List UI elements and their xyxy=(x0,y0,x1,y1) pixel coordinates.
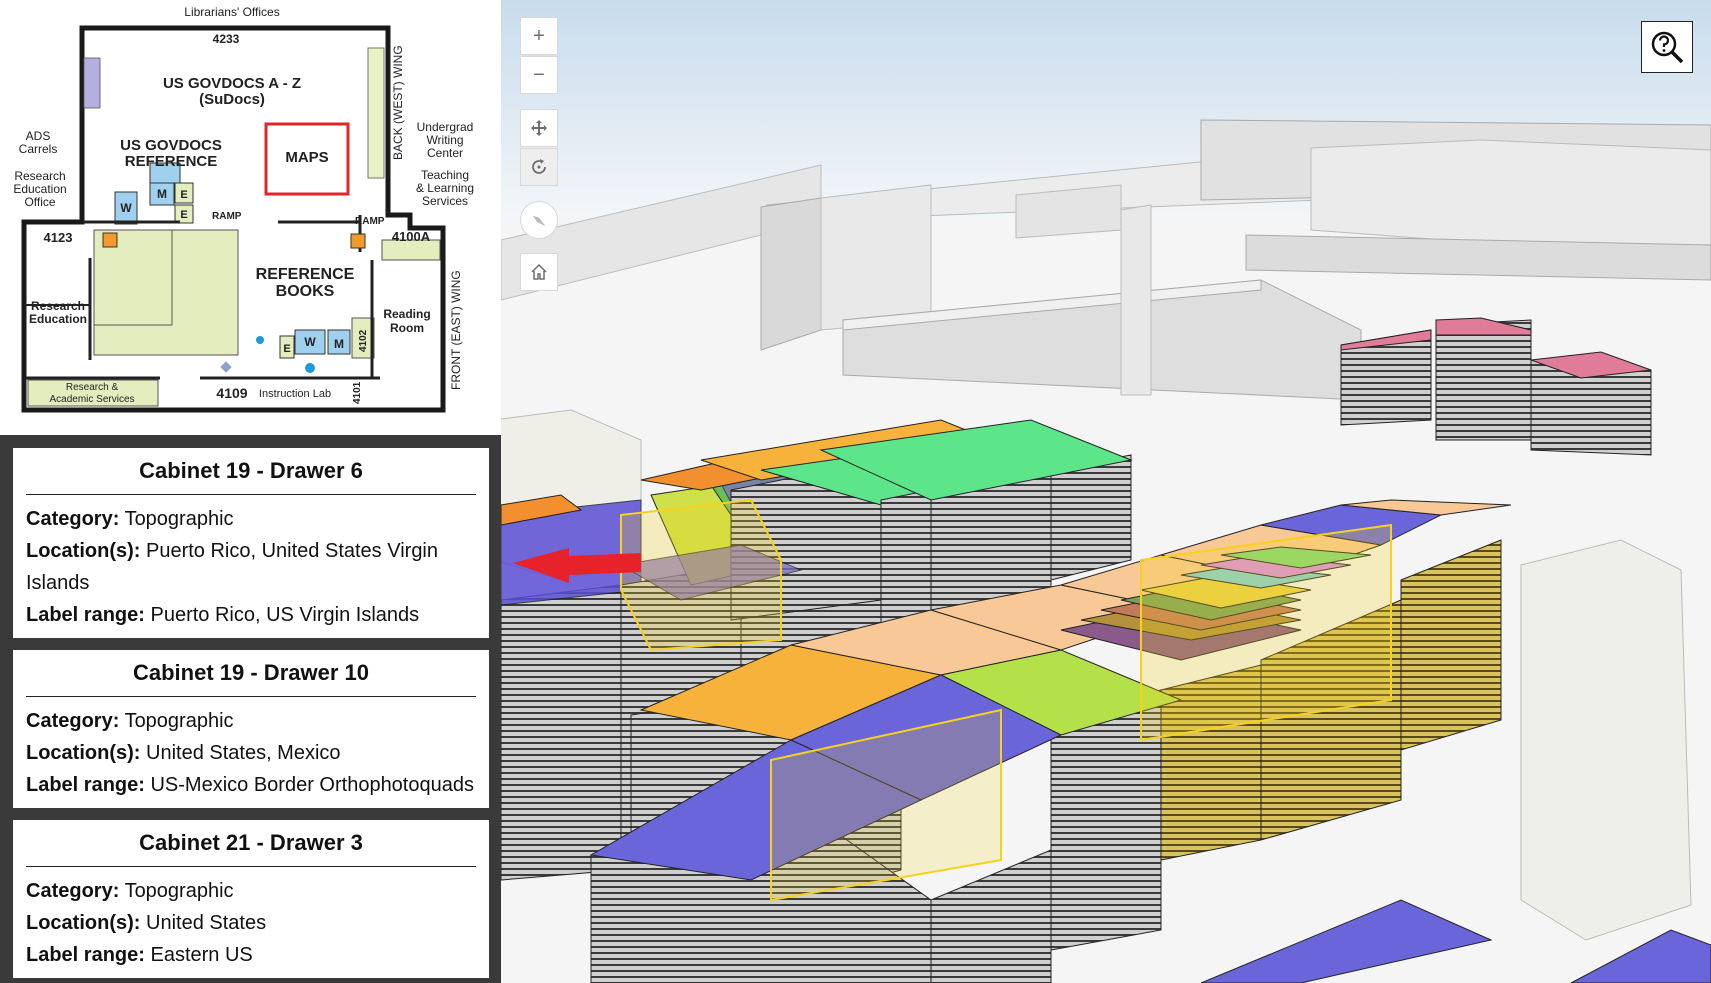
label-room-4109: 4109 xyxy=(216,385,247,401)
label-e-3: E xyxy=(283,343,290,355)
label-research-office-2: Education xyxy=(13,182,66,196)
card-range: Label range: Eastern US xyxy=(13,939,489,971)
card-range: Label range: Puerto Rico, US Virgin Isla… xyxy=(13,599,489,631)
home-button[interactable] xyxy=(520,253,558,291)
label-research-office-1: Research xyxy=(14,169,65,183)
label-m-2: M xyxy=(334,337,344,351)
label-reference-books-1: REFERENCE xyxy=(256,266,355,283)
location-label: Location(s): xyxy=(26,540,141,562)
search-button[interactable] xyxy=(1641,21,1693,73)
label-front-east-wing: FRONT (EAST) WING xyxy=(449,270,463,390)
range-value: US-Mexico Border Orthophotoquads xyxy=(150,774,474,796)
card-location: Location(s): United States xyxy=(13,907,489,939)
label-e-1: E xyxy=(180,189,187,201)
label-ads: ADS xyxy=(26,129,51,143)
category-label: Category: xyxy=(26,508,120,530)
range-value: Eastern US xyxy=(150,944,253,966)
label-reading-room-2: Room xyxy=(390,321,424,335)
rotate-button[interactable] xyxy=(520,148,558,186)
rotate-icon xyxy=(532,159,546,174)
range-label: Label range: xyxy=(26,604,145,626)
label-teaching-1: Teaching xyxy=(421,168,469,182)
label-reading-room-1: Reading xyxy=(383,307,430,321)
label-govdocs-reference-1: US GOVDOCS xyxy=(120,137,222,154)
label-undergrad-2: Writing xyxy=(426,133,463,147)
zoom-out-button[interactable]: − xyxy=(520,56,558,94)
card-divider xyxy=(26,696,476,697)
pillar xyxy=(1520,539,1692,941)
label-govdocs-reference-2: REFERENCE xyxy=(125,153,218,170)
range-value: Puerto Rico, US Virgin Islands xyxy=(150,604,420,626)
card-title: Cabinet 21 - Drawer 3 xyxy=(139,830,363,855)
label-w-1: W xyxy=(120,201,132,215)
map-3d-view[interactable]: + − xyxy=(501,0,1711,983)
category-value: Topographic xyxy=(124,508,234,530)
category-label: Category: xyxy=(26,880,120,902)
label-undergrad-1: Undergrad xyxy=(417,120,474,134)
label-undergrad-3: Center xyxy=(427,146,463,160)
floor-plan-drawing: Librarians' Offices 4233 US GOVDOCS A - … xyxy=(13,5,474,413)
label-govdocs-az: US GOVDOCS A - Z xyxy=(163,75,301,92)
label-research-services-2: Academic Services xyxy=(49,394,134,405)
home-icon xyxy=(531,263,547,280)
zoom-in-button[interactable]: + xyxy=(520,17,558,55)
card-range: Label range: US-Mexico Border Orthophoto… xyxy=(13,769,489,801)
scene-render xyxy=(501,119,1711,983)
label-room-4233: 4233 xyxy=(213,32,240,46)
label-carrels: Carrels xyxy=(19,142,58,156)
card-category: Category: Topographic xyxy=(13,503,489,535)
range-label: Label range: xyxy=(26,774,145,796)
card-location: Location(s): Puerto Rico, United States … xyxy=(13,535,489,599)
label-ramp-2: RAMP xyxy=(355,216,385,227)
label-teaching-3: Services xyxy=(422,194,468,208)
label-maps: MAPS xyxy=(285,149,328,166)
floor-plan: Librarians' Offices 4233 US GOVDOCS A - … xyxy=(0,0,501,433)
label-ramp-1: RAMP xyxy=(212,211,242,222)
label-room-4123: 4123 xyxy=(44,230,73,245)
label-research-edu-1: Research xyxy=(31,299,85,313)
highlight-outline xyxy=(620,498,782,652)
label-reference-books-2: BOOKS xyxy=(276,283,335,300)
label-room-4100a: 4100A xyxy=(392,229,431,244)
label-sudocs: (SuDocs) xyxy=(199,91,265,108)
location-label: Location(s): xyxy=(26,742,141,764)
magnifier-question-icon xyxy=(1651,31,1684,64)
category-value: Topographic xyxy=(124,710,234,732)
location-value: United States, Mexico xyxy=(146,742,341,764)
drawer-info-panel: Cabinet 19 - Drawer 6 Category: Topograp… xyxy=(0,435,501,983)
label-room-4101: 4101 xyxy=(352,381,363,404)
location-value: United States xyxy=(146,912,267,934)
drawer-card: Cabinet 21 - Drawer 3 Category: Topograp… xyxy=(13,820,489,978)
label-instruction-lab: Instruction Lab xyxy=(259,388,331,400)
drawer-card: Cabinet 19 - Drawer 6 Category: Topograp… xyxy=(13,448,489,638)
move-arrows-icon xyxy=(531,120,547,136)
drawer-card: Cabinet 19 - Drawer 10 Category: Topogra… xyxy=(13,650,489,808)
card-category: Category: Topographic xyxy=(13,705,489,737)
category-label: Category: xyxy=(26,710,120,732)
label-w-2: W xyxy=(304,335,316,349)
label-librarians-offices: Librarians' Offices xyxy=(184,5,279,19)
label-research-office-3: Office xyxy=(24,195,55,209)
card-divider xyxy=(26,866,476,867)
label-back-west-wing: BACK (WEST) WING xyxy=(391,45,405,160)
label-m-1: M xyxy=(157,187,167,201)
label-room-4102: 4102 xyxy=(358,329,369,352)
card-category: Category: Topographic xyxy=(13,875,489,907)
label-teaching-2: & Learning xyxy=(416,181,474,195)
card-title: Cabinet 19 - Drawer 10 xyxy=(133,660,369,685)
pan-button[interactable] xyxy=(520,109,558,147)
range-label: Label range: xyxy=(26,944,145,966)
left-panel: Librarians' Offices 4233 US GOVDOCS A - … xyxy=(0,0,501,983)
category-value: Topographic xyxy=(124,880,234,902)
card-divider xyxy=(26,494,476,495)
label-research-edu-2: Education xyxy=(29,312,87,326)
compass-button[interactable] xyxy=(520,201,558,239)
card-location: Location(s): United States, Mexico xyxy=(13,737,489,769)
label-e-2: E xyxy=(180,209,187,221)
label-research-services-1: Research & xyxy=(66,382,119,393)
card-title: Cabinet 19 - Drawer 6 xyxy=(139,458,363,483)
location-label: Location(s): xyxy=(26,912,141,934)
compass-icon xyxy=(533,216,545,226)
